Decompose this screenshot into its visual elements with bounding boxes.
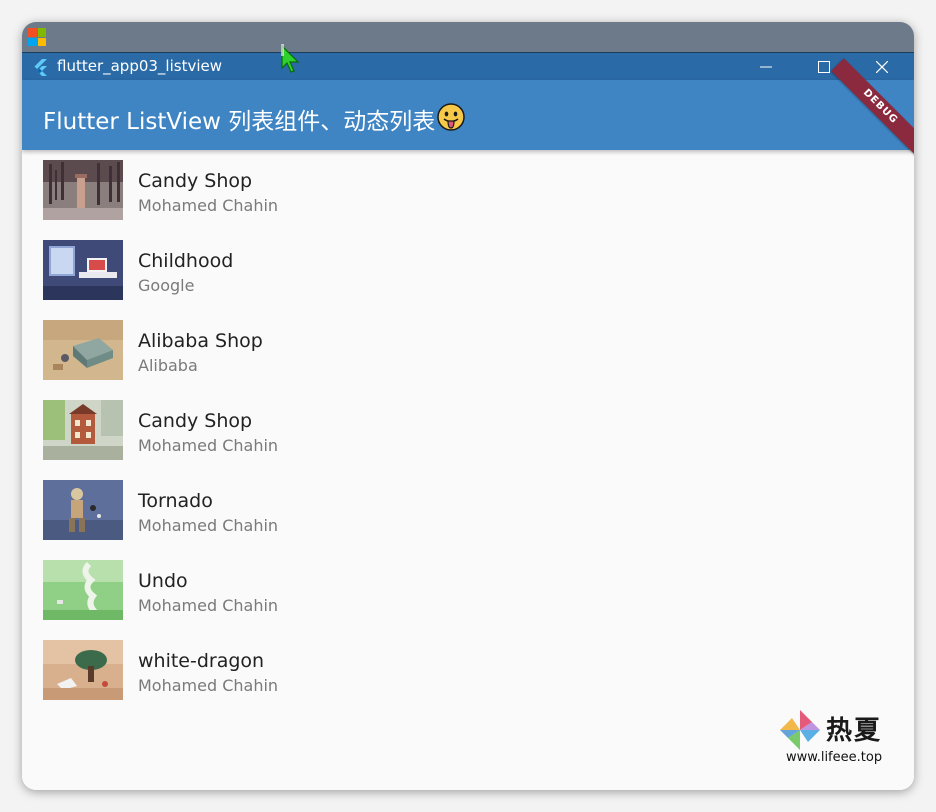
item-title: Childhood <box>138 250 234 272</box>
windows-logo-icon <box>28 28 46 46</box>
window-titlebar[interactable]: flutter_app03_listview <box>22 52 914 80</box>
thumbnail-image <box>43 400 123 460</box>
host-titlebar <box>22 22 914 52</box>
watermark-chinese-text: 热夏 <box>826 716 883 746</box>
item-subtitle: Mohamed Chahin <box>138 596 279 615</box>
page-title: Flutter ListView 列表组件、动态列表 <box>43 109 436 135</box>
pinwheel-logo-icon <box>780 710 820 750</box>
list-item[interactable]: Candy Shop Mohamed Chahin <box>22 390 914 470</box>
thumbnail-image <box>43 560 123 620</box>
minimize-icon <box>760 66 772 68</box>
item-subtitle: Mohamed Chahin <box>138 516 279 535</box>
mouse-cursor-icon <box>278 44 304 74</box>
app-bar: Flutter ListView 列表组件、动态列表 DEBUG <box>22 58 914 156</box>
item-subtitle: Google <box>138 276 195 295</box>
item-subtitle: Mohamed Chahin <box>138 436 279 455</box>
list-item[interactable]: white-dragon Mohamed Chahin <box>22 630 914 710</box>
list-item[interactable]: Alibaba Shop Alibaba <box>22 310 914 390</box>
app-window: flutter_app03_listview Flutter ListView … <box>22 22 914 790</box>
list-item[interactable]: Tornado Mohamed Chahin <box>22 470 914 550</box>
list-item[interactable]: Undo Mohamed Chahin <box>22 550 914 630</box>
item-title: Alibaba Shop <box>138 330 263 352</box>
item-title: Undo <box>138 570 188 592</box>
thumbnail-image <box>43 240 123 300</box>
item-subtitle: Mohamed Chahin <box>138 196 279 215</box>
item-title: Candy Shop <box>138 170 253 192</box>
thumbnail-image <box>43 320 123 380</box>
close-icon <box>876 61 888 73</box>
item-subtitle: Alibaba <box>138 356 198 375</box>
tongue-out-emoji-icon <box>437 103 465 131</box>
flutter-icon <box>34 59 47 76</box>
minimize-button[interactable] <box>737 53 795 81</box>
list-item[interactable]: Candy Shop Mohamed Chahin <box>22 150 914 230</box>
item-title: white-dragon <box>138 650 265 672</box>
item-title: Tornado <box>138 490 213 512</box>
watermark-url: www.lifeee.top <box>786 750 883 765</box>
thumbnail-image <box>43 160 123 220</box>
list-item[interactable]: Childhood Google <box>22 230 914 310</box>
list-view[interactable]: Candy Shop Mohamed Chahin Childhood Goog… <box>22 150 914 790</box>
window-title: flutter_app03_listview <box>57 57 223 75</box>
maximize-icon <box>818 61 830 73</box>
item-title: Candy Shop <box>138 410 253 432</box>
thumbnail-image <box>43 640 123 700</box>
watermark: 热夏 www.lifeee.top <box>778 708 898 768</box>
thumbnail-image <box>43 480 123 540</box>
item-subtitle: Mohamed Chahin <box>138 676 279 695</box>
